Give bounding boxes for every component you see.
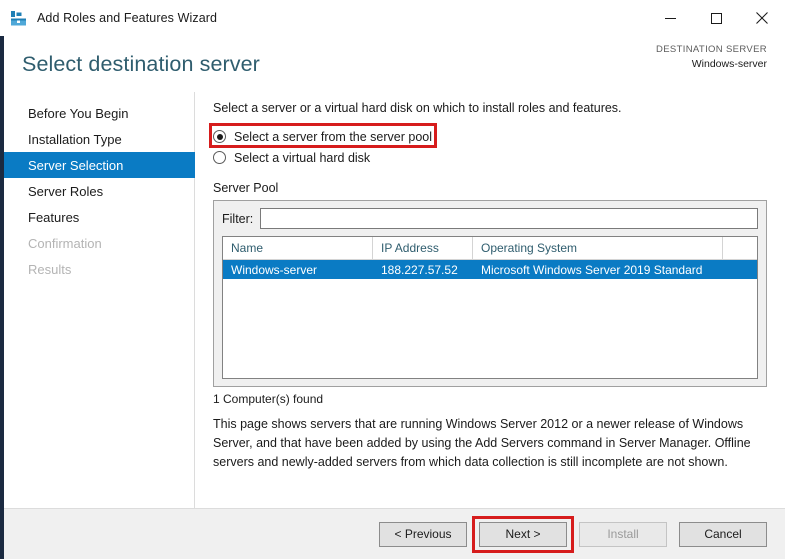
next-button[interactable]: Next > (479, 521, 567, 547)
cell-ip-address: 188.227.57.52 (381, 262, 458, 277)
cancel-button[interactable]: Cancel (679, 521, 767, 547)
informational-note: This page shows servers that are running… (213, 417, 751, 469)
page-title: Select destination server (22, 51, 260, 76)
minimize-icon[interactable] (647, 0, 693, 36)
wizard-content: Select a server or a virtual hard disk o… (195, 92, 785, 508)
server-source-radio-group: Select a server from the server pool Sel… (209, 123, 767, 168)
select-virtual-hard-disk-label: Select a virtual hard disk (234, 150, 371, 165)
cell-server-name: Windows-server (231, 262, 318, 277)
sidebar-item-server-roles[interactable]: Server Roles (0, 178, 194, 204)
column-header-ip-address[interactable]: IP Address (373, 237, 473, 259)
computers-found-text: 1 Computer(s) found (213, 392, 324, 406)
table-row[interactable]: Windows-server 188.227.57.52 Microsoft W… (223, 260, 757, 279)
left-accent-stripe (0, 36, 4, 559)
maximize-icon[interactable] (693, 0, 739, 36)
destination-server-value: Windows-server (691, 57, 767, 70)
sidebar-item-features[interactable]: Features (0, 204, 194, 230)
sidebar-item-before-you-begin[interactable]: Before You Begin (0, 100, 194, 126)
select-server-from-pool-label: Select a server from the server pool (234, 129, 432, 144)
filter-label: Filter: (222, 211, 254, 226)
destination-server-block: DESTINATION SERVER Windows-server (656, 44, 767, 71)
column-header-filler (723, 237, 757, 259)
filter-row: Filter: (222, 208, 758, 229)
radio-selected-icon (213, 130, 226, 143)
wizard-navigation: Before You Begin Installation Type Serve… (0, 92, 195, 508)
previous-button[interactable]: < Previous (379, 521, 467, 547)
sidebar-item-installation-type[interactable]: Installation Type (0, 126, 194, 152)
title-bar: Add Roles and Features Wizard (0, 0, 785, 36)
sidebar-item-results: Results (28, 261, 72, 277)
cell-operating-system: Microsoft Windows Server 2019 Standard (481, 262, 703, 277)
server-pool-label: Server Pool (213, 181, 279, 195)
wizard-body: Before You Begin Installation Type Serve… (0, 92, 785, 508)
intro-text: Select a server or a virtual hard disk o… (213, 101, 622, 115)
destination-server-label: DESTINATION SERVER (656, 44, 767, 55)
close-icon[interactable] (739, 0, 785, 36)
add-roles-and-features-wizard-window: Add Roles and Features Wizard Select des… (0, 0, 785, 559)
window-controls (647, 0, 785, 36)
grid-header-row: Name IP Address Operating System (223, 237, 757, 260)
column-header-operating-system[interactable]: Operating System (473, 237, 723, 259)
select-server-from-pool-radio[interactable]: Select a server from the server pool (213, 126, 767, 147)
column-header-name[interactable]: Name (223, 237, 373, 259)
sidebar-item-server-selection[interactable]: Server Selection (0, 152, 195, 178)
select-virtual-hard-disk-radio[interactable]: Select a virtual hard disk (213, 147, 767, 168)
filter-input[interactable] (260, 208, 758, 229)
next-button-wrapper: Next > (472, 515, 574, 553)
sidebar-item-confirmation: Confirmation (28, 235, 102, 251)
title-bar-left: Add Roles and Features Wizard (0, 10, 217, 27)
window-title: Add Roles and Features Wizard (37, 11, 218, 25)
server-pool-panel: Filter: Name IP Address Operating System… (213, 200, 767, 387)
server-manager-toolbox-icon (10, 10, 28, 27)
server-pool-grid[interactable]: Name IP Address Operating System Windows… (222, 236, 758, 379)
page-header: Select destination server DESTINATION SE… (0, 36, 785, 92)
wizard-footer: < Previous Next > Install Cancel (0, 508, 785, 559)
radio-unselected-icon (213, 151, 226, 164)
install-button: Install (579, 521, 667, 547)
